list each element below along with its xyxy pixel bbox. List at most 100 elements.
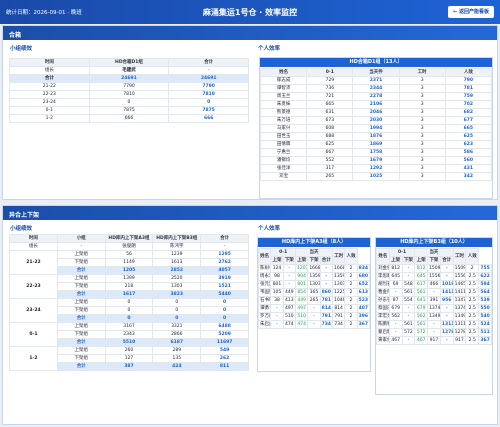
table-header: 时间 HD合箱D1组 合计: [9, 58, 249, 67]
table-cell: 688: [306, 132, 354, 141]
table-cell: 1994: [352, 124, 400, 133]
table-cell: 1876: [352, 132, 400, 141]
table-cell: -: [307, 320, 321, 329]
time-cell: 22-23: [9, 274, 58, 299]
table-cell: -: [282, 280, 296, 289]
table-cell: 合计: [56, 266, 106, 275]
table-cell: 7790: [88, 82, 170, 91]
column-header: HD库内上下架B3组: [152, 234, 202, 243]
table-cell: -: [401, 272, 416, 281]
table-row: 郁志成 729 2371 3 790: [259, 76, 493, 85]
table-cell: 1399: [104, 274, 154, 283]
table-row: 22-23 上架组 1399 2520 3919: [9, 274, 249, 299]
table-row: 张佳洋 317 1292 3 431: [259, 164, 493, 173]
table-row: 刘金俊812-8121509-15092755: [376, 264, 492, 273]
column-group-header: 当天: [414, 248, 454, 257]
column-header: 上架: [414, 256, 429, 265]
column-header: 下架: [282, 256, 296, 265]
table-cell: 904: [294, 272, 309, 281]
table-cell: 张俊朗: [104, 242, 154, 251]
table-cell: 550: [478, 304, 492, 313]
table-cell: 2.5: [465, 304, 480, 313]
table-cell: 4057: [200, 266, 249, 275]
table-cell: -: [307, 304, 321, 313]
table-cell: 24691: [88, 74, 170, 83]
table-cell: 791: [331, 312, 346, 321]
table-cell: 572: [401, 328, 416, 337]
column-header: 工时: [331, 248, 346, 265]
column-header: 上架: [294, 256, 309, 265]
table-cell: 631: [306, 108, 354, 117]
table-row: 蒙启明-572572-127812782.5511: [376, 328, 492, 337]
table-cell: 1465: [452, 280, 467, 289]
column-header: 上架: [270, 256, 284, 265]
table-cell: 549: [200, 346, 249, 355]
table-cell: 702: [444, 100, 493, 109]
team-table-1: 时间 HD合箱D1组 合计 组长 毛建武 - 合计 24691 24691 21-22 7790 77…: [9, 58, 249, 123]
table-cell: 548: [401, 280, 416, 289]
column-header: 人效: [344, 248, 358, 265]
table-cell: 11697: [200, 338, 249, 347]
table-cell: 524: [478, 320, 492, 329]
table-cell: 孙东强: [376, 296, 390, 305]
table-cell: 上架组: [56, 274, 106, 283]
table-cell: 3823: [152, 290, 202, 299]
table-cell: 917: [452, 336, 467, 345]
table-cell: 陈鹏程: [376, 320, 390, 329]
table-cell: 1349: [427, 312, 441, 321]
table-cell: -: [200, 242, 249, 251]
table-row: 田倩霖 625 1869 3 623: [259, 140, 493, 149]
table-cell: 523: [356, 296, 371, 305]
table-cell: 87: [388, 296, 403, 305]
table-cell: 105: [270, 288, 284, 297]
table-cell: 上架组: [56, 322, 106, 331]
table-cell: 陈树林: [257, 264, 272, 273]
table-cell: 510: [294, 312, 309, 321]
table-cell: 3919: [200, 274, 249, 283]
table-cell: 3: [398, 76, 446, 85]
column-header: 人效: [444, 68, 493, 77]
table-cell: 0: [152, 298, 202, 307]
table-cell: 317: [306, 164, 354, 173]
table-cell: 1025: [352, 172, 400, 181]
table-cell: 812: [414, 264, 429, 273]
team-performance-title: 小组绩效: [10, 226, 33, 232]
table-cell: 666: [88, 114, 170, 123]
table-cell: 497: [282, 304, 296, 313]
table-cell: -: [56, 242, 106, 251]
table-cell: 7875: [168, 106, 249, 115]
table-cell: 3: [398, 156, 446, 165]
table-cell: 622: [478, 272, 492, 281]
personal-panel-title: HD库内上下架B3组（10人）: [376, 238, 492, 247]
table-cell: 组长: [9, 242, 58, 251]
table-cell: 2: [344, 272, 358, 281]
table-cell: 466: [427, 280, 441, 289]
table-cell: 734: [331, 320, 346, 329]
table-cell: 下架组: [56, 306, 106, 315]
table-cell: 613: [356, 288, 371, 297]
table-cell: 1349: [452, 312, 467, 321]
table-cell: 6488: [200, 322, 249, 331]
table-cell: 3167: [104, 322, 154, 331]
table-cell: 562: [414, 312, 429, 321]
back-button[interactable]: ← 返回产能看板: [448, 6, 494, 18]
time-cell: 1-2: [9, 346, 58, 371]
table-cell: 594: [478, 280, 492, 289]
table-cell: 367: [356, 320, 371, 329]
table-cell: 2.5: [465, 320, 480, 329]
column-header: 姓名: [259, 68, 308, 77]
table-row: 21-22 7790 7790: [9, 82, 249, 91]
table-row: 胡烈石69548617466101914652.5594: [376, 280, 492, 289]
table-cell: 上架组: [56, 346, 106, 355]
table-cell: -: [270, 304, 284, 313]
table-cell: 554: [401, 296, 416, 305]
table-cell: 56: [104, 250, 154, 259]
table-cell: 合计: [56, 314, 106, 323]
table-cell: 合计: [9, 74, 90, 83]
table-cell: 262: [200, 354, 249, 363]
table-cell: -: [401, 312, 416, 321]
column-group-header: 0-1: [270, 248, 296, 257]
table-cell: 0: [88, 98, 170, 107]
table-cell: 马家兴: [259, 124, 308, 133]
table-cell: 641: [414, 296, 429, 305]
